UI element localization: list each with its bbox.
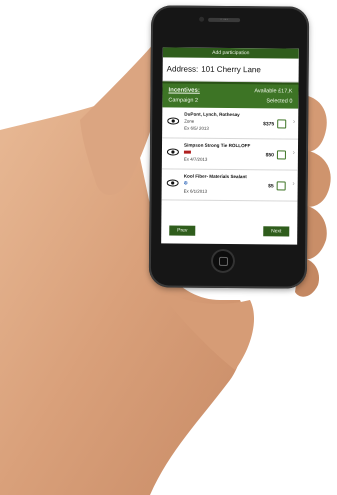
item-amount: $50 [265,152,274,159]
chevron-right-icon[interactable]: › [293,150,295,157]
incentives-panel: Incentives: Available £17,K Campaign 2 S… [162,81,299,109]
next-button[interactable]: Next [263,226,290,237]
pagination-bar: Prev Next [161,225,297,238]
eye-icon[interactable] [167,117,180,125]
incentives-available: Available £17,K [254,88,293,95]
eye-icon[interactable] [166,148,179,156]
blue-brand-icon: ❆ [183,180,188,187]
incentives-campaign: Campaign 2 [168,97,199,104]
phone-earpiece-area: ꞏ ꞏꞏꞏ [151,14,309,27]
list-item[interactable]: Simpson Strong Tie ROLLOFF Ex 4/7/2013 $… [161,138,299,171]
item-checkbox[interactable] [276,150,286,160]
list-item[interactable]: DuPont, Lynch, Rothesay Zone Ex 6/5/ 201… [162,107,299,140]
chevron-right-icon[interactable]: › [293,119,295,126]
incentive-list: DuPont, Lynch, Rothesay Zone Ex 6/5/ 201… [161,107,299,202]
incentives-selected: Selected 0 [266,98,293,105]
chevron-right-icon[interactable]: › [292,181,294,188]
item-checkbox[interactable] [276,181,286,191]
app-screen: Add participation Address: 101 Cherry La… [161,47,299,245]
item-amount: $5 [268,183,274,190]
item-name: DuPont, Lynch, Rothesay [184,111,240,118]
item-name: Simpson Strong Tie ROLLOFF [183,142,251,149]
front-camera-icon [199,16,205,22]
item-name: Kool Fiber- Materials Sealant [183,173,247,180]
incentives-label[interactable]: Incentives: [168,85,199,95]
speaker-grille: ꞏ ꞏꞏꞏ [208,17,241,23]
red-badge-icon [183,150,191,155]
item-amount: $375 [263,121,275,128]
list-item[interactable]: Kool Fiber- Materials Sealant ❆ Ex 6/1/2… [161,169,298,202]
prev-button[interactable]: Prev [169,225,196,236]
home-button[interactable] [210,248,236,274]
eye-icon[interactable] [166,179,179,187]
item-checkbox[interactable] [277,119,287,129]
address-label: Address: [166,64,199,74]
address-row: Address: 101 Cherry Lane [162,57,299,83]
address-value: 101 Cherry Lane [201,64,261,75]
phone-device: ꞏ ꞏꞏꞏ Add participation Address: 101 Che… [148,5,310,289]
